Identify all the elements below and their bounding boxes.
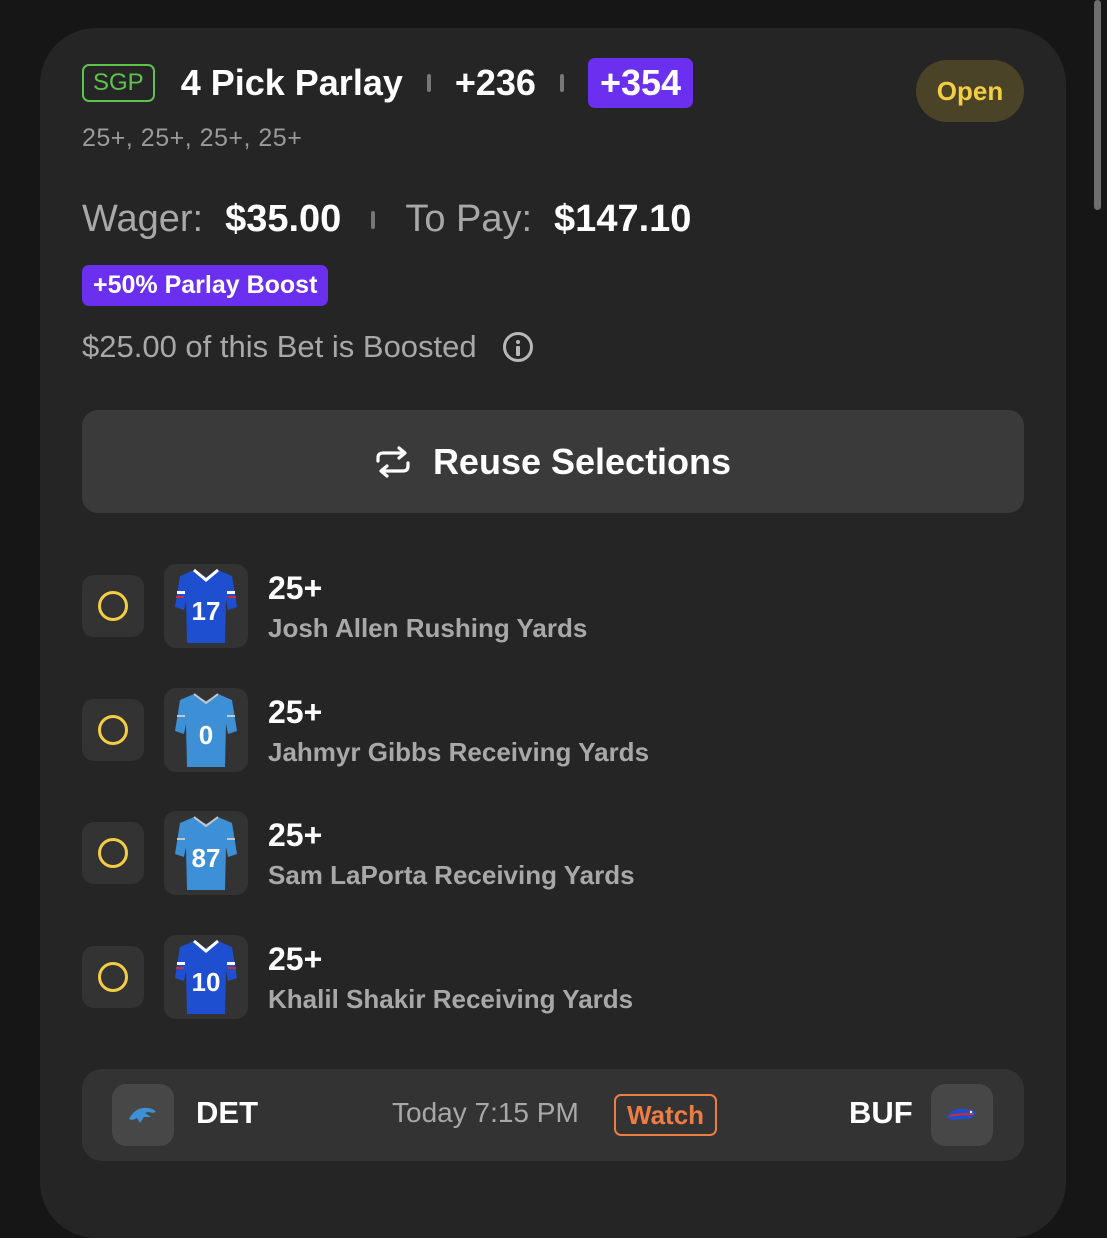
bills-logo-icon-graphic [947, 1108, 976, 1120]
divider [371, 210, 376, 229]
reuse-selections-button[interactable]: Reuse Selections [82, 410, 1024, 513]
jersey-image: 0 [164, 688, 248, 772]
lions-logo-icon [112, 1084, 174, 1146]
reuse-selections-label: Reuse Selections [432, 440, 732, 482]
jersey-image: 17 [164, 564, 248, 648]
leg-status [82, 946, 144, 1008]
bet-card: SGP 4 Pick Parlay +236 +354 Open 25+, 25… [40, 28, 1066, 1238]
leg-status [82, 575, 144, 637]
leg-row[interactable]: 10 25+ Khalil Shakir Receiving Yards [82, 935, 982, 1019]
game-bar[interactable]: DET Today 7:15 PM Watch BUF [82, 1069, 1024, 1161]
leg-row[interactable]: 0 25+ Jahmyr Gibbs Receiving Yards [82, 688, 982, 772]
jersey-icon: 10 [175, 939, 237, 1014]
leg-line: 25+ [268, 693, 323, 730]
jersey-image: 10 [164, 935, 248, 1019]
leg-market: Josh Allen Rushing Yards [268, 612, 588, 643]
status-badge: Open [916, 60, 1024, 122]
jersey-number: 10 [192, 967, 221, 997]
boosted-note: $25.00 of this Bet is Boosted [82, 329, 477, 364]
boosted-odds: +354 [587, 58, 694, 108]
leg-line: 25+ [268, 940, 323, 977]
leg-market: Jahmyr Gibbs Receiving Yards [268, 736, 650, 767]
wager-row: Wager: $35.00 To Pay: $147.10 [82, 198, 691, 241]
boosted-note-row: $25.00 of this Bet is Boosted [82, 329, 533, 365]
jersey-image: 87 [164, 811, 248, 895]
leg-status [82, 822, 144, 884]
repeat-icon [376, 445, 410, 478]
leg-row[interactable]: 17 25+ Josh Allen Rushing Yards [82, 564, 982, 648]
leg-market: Khalil Shakir Receiving Yards [268, 983, 634, 1014]
lions-logo-icon-graphic [129, 1107, 156, 1123]
jersey-icon: 0 [175, 693, 237, 767]
bet-title: 4 Pick Parlay [180, 62, 403, 103]
pending-circle-icon [98, 962, 128, 992]
leg-status [82, 699, 144, 761]
topay-value: $147.10 [554, 198, 692, 240]
legs-summary: 25+, 25+, 25+, 25+ [82, 124, 303, 152]
wager-label: Wager: [82, 198, 204, 240]
topay-label: To Pay: [405, 198, 533, 240]
jersey-number: 87 [192, 843, 221, 873]
scrollbar[interactable] [1094, 0, 1101, 210]
sgp-badge: SGP [82, 64, 155, 102]
bills-logo-icon [931, 1084, 993, 1146]
jersey-number: 0 [199, 720, 213, 750]
pending-circle-icon [98, 838, 128, 868]
jersey-number: 17 [192, 596, 221, 626]
bet-header: SGP 4 Pick Parlay +236 +354 [82, 58, 694, 108]
game-time: Today 7:15 PM [392, 1097, 579, 1128]
divider [559, 74, 564, 92]
info-icon[interactable] [502, 332, 533, 362]
wager-value: $35.00 [225, 198, 342, 240]
divider [426, 74, 431, 92]
pending-circle-icon [98, 591, 128, 621]
original-odds: +236 [454, 62, 536, 103]
watch-button[interactable]: Watch [614, 1094, 718, 1136]
leg-line: 25+ [268, 816, 323, 853]
leg-market: Sam LaPorta Receiving Yards [268, 859, 635, 890]
away-team: BUF [849, 1095, 913, 1130]
jersey-icon: 87 [175, 816, 237, 890]
parlay-boost-badge: +50% Parlay Boost [82, 265, 329, 306]
leg-row[interactable]: 87 25+ Sam LaPorta Receiving Yards [82, 811, 982, 895]
leg-line: 25+ [268, 569, 323, 606]
jersey-icon: 17 [175, 568, 237, 643]
home-team: DET [196, 1095, 258, 1130]
pending-circle-icon [98, 715, 128, 745]
